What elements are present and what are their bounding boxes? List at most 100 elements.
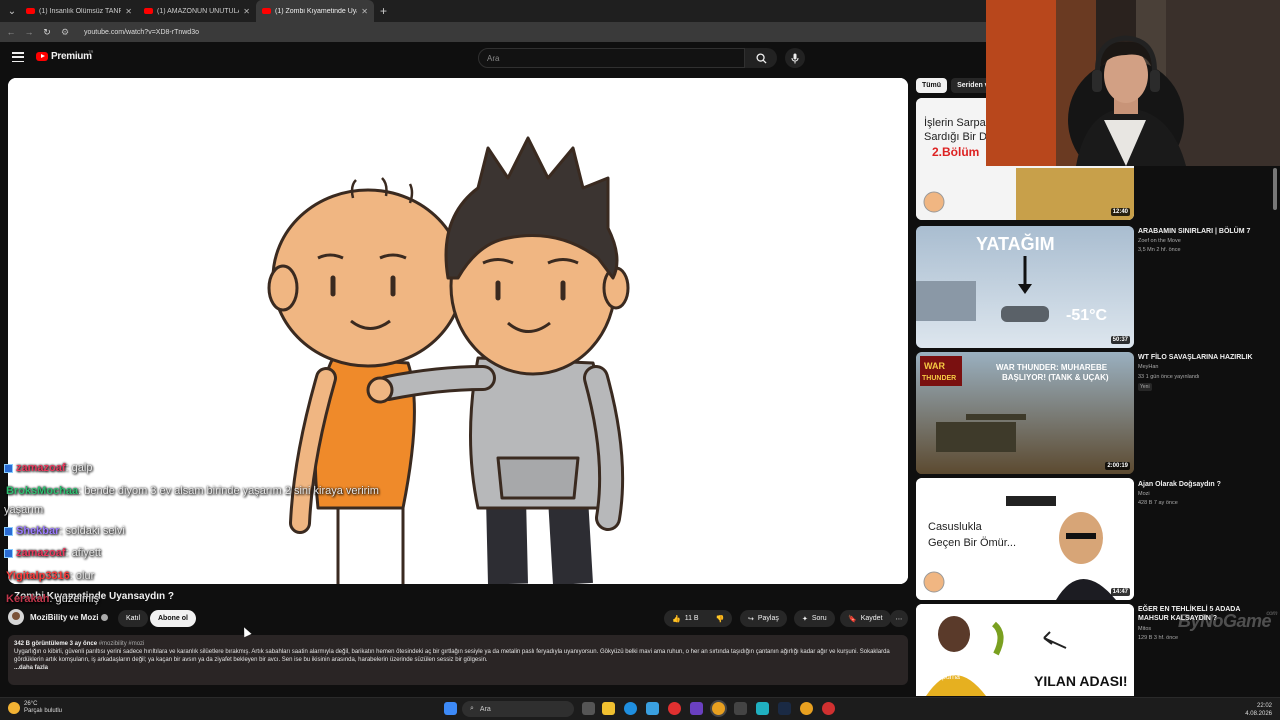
search-icon — [755, 52, 767, 64]
clock-time: 22:02 — [1256, 703, 1272, 709]
video-title[interactable]: WT FİLO SAVAŞLARINA HAZIRLIK — [1138, 353, 1268, 362]
chat-message: Yigitalp3316: olur — [6, 570, 94, 582]
video-meta: 428 B 7 ay önce — [1138, 500, 1178, 506]
ask-button[interactable]: ✦ Soru — [794, 610, 835, 627]
new-tab-plus-icon[interactable]: + — [380, 4, 387, 18]
thumbnail-art: Casuslukla Geçen Bir Ömür... — [916, 478, 1134, 600]
video-channel[interactable]: MeyHan — [1138, 363, 1268, 371]
video-thumbnail[interactable]: purna YILAN ADASI! — [916, 604, 1134, 696]
store-icon[interactable] — [646, 702, 659, 715]
app-icon[interactable] — [822, 702, 835, 715]
chat-user: Shekbar — [16, 525, 60, 537]
video-channel[interactable]: Mozi — [1138, 490, 1268, 498]
join-button[interactable]: Katıl — [118, 610, 149, 627]
channel-name[interactable]: MoziBility ve Mozi — [30, 613, 109, 622]
tab-close-icon[interactable]: ✕ — [243, 7, 250, 16]
tab-close-icon[interactable]: ✕ — [361, 7, 368, 16]
app-icon[interactable] — [690, 702, 703, 715]
url-field[interactable]: youtube.com/watch?v=XD8-rTnwd3o — [84, 29, 199, 36]
view-stats: 342 B görüntüleme 3 ay önce — [14, 641, 98, 647]
chat-message: Shekbar: soldaki selvi — [4, 525, 125, 537]
browser-tab-active[interactable]: (1) Zombi Kıyametinde Uyansa ✕ — [256, 0, 374, 22]
forward-arrow-icon[interactable]: → — [24, 27, 34, 37]
search-input[interactable]: Ara — [478, 48, 745, 68]
chat-user: Kerakah — [6, 593, 50, 605]
chat-message: BroksMochaa: bende diyom 3 ev alsam biri… — [6, 485, 379, 497]
video-title[interactable]: ARABAMIN SINIRLARI | BÖLÜM 7 — [1138, 227, 1268, 236]
like-button[interactable]: 👍 11 B — [664, 610, 708, 627]
sparkle-icon: ✦ — [802, 615, 808, 623]
weather-desc: Parçalı bulutlu — [24, 708, 63, 714]
webcam-overlay — [986, 0, 1280, 166]
video-meta: 129 B 3 hf. önce — [1138, 635, 1179, 641]
edge-browser-icon[interactable] — [624, 702, 637, 715]
verified-check-icon — [101, 614, 109, 621]
file-explorer-icon[interactable] — [602, 702, 615, 715]
svg-text:WAR THUNDER: MUHAREBE: WAR THUNDER: MUHAREBE — [996, 363, 1108, 372]
logo-region: TR — [88, 49, 94, 54]
weather-widget[interactable]: 26°C Parçalı bulutlu — [8, 701, 62, 715]
hamburger-menu-icon[interactable] — [12, 52, 24, 62]
video-title[interactable]: Ajan Olarak Doğsaydın ? — [1138, 480, 1268, 489]
chip-all[interactable]: Tümü — [916, 78, 948, 93]
subscribe-button[interactable]: Abone ol — [150, 610, 196, 627]
video-thumbnail[interactable]: WAR THUNDER WAR THUNDER: MUHAREBE BAŞLIY… — [916, 352, 1134, 474]
video-player[interactable] — [8, 78, 908, 584]
video-duration: 50:37 — [1110, 336, 1130, 344]
back-arrow-icon[interactable]: ← — [6, 27, 16, 37]
reload-icon[interactable]: ↻ — [42, 27, 52, 38]
share-button[interactable]: ↪ Paylaş — [740, 610, 787, 627]
more-dots-icon: ⋯ — [895, 615, 903, 623]
steam-icon[interactable] — [778, 702, 791, 715]
system-clock[interactable]: 22:02 4.08.2026 — [1240, 702, 1272, 718]
thumbnail-art: WAR THUNDER WAR THUNDER: MUHAREBE BAŞLIY… — [916, 352, 1134, 474]
hashtags[interactable]: #mozibility #mozi — [99, 641, 145, 647]
browser-tab[interactable]: (1) AMAZONUN UNUTULAN KA ✕ — [138, 0, 256, 22]
svg-text:2.Bölüm: 2.Bölüm — [932, 145, 979, 159]
youtube-premium-logo[interactable]: Premium TR — [36, 49, 94, 62]
bookmark-icon: 🔖 — [848, 615, 857, 623]
app-icon[interactable] — [756, 702, 769, 715]
weather-sun-icon — [8, 702, 20, 714]
video-thumbnail[interactable]: Casuslukla Geçen Bir Ömür... 14:47 — [916, 478, 1134, 600]
video-duration: 12:40 — [1110, 208, 1130, 216]
show-more-link[interactable]: ...daha fazla — [14, 664, 902, 672]
channel-avatar[interactable] — [8, 609, 24, 625]
description-box[interactable]: 342 B görüntüleme 3 ay önce #mozibility … — [8, 635, 908, 685]
svg-text:-51°C: -51°C — [1066, 307, 1108, 324]
windows-start-icon[interactable] — [444, 702, 457, 715]
search-button[interactable] — [745, 48, 777, 68]
svg-text:YATAĞIM: YATAĞIM — [976, 233, 1055, 254]
media-player-icon[interactable] — [668, 702, 681, 715]
thumbnail-art: purna YILAN ADASI! — [916, 604, 1134, 696]
weather-temp: 26°C — [24, 701, 38, 707]
video-duration: 2:00:19 — [1105, 462, 1130, 470]
voice-search-button[interactable] — [785, 48, 805, 68]
app-icon[interactable] — [734, 702, 747, 715]
chat-text: yaşarım — [4, 504, 44, 516]
dislike-button[interactable]: 👎 — [708, 610, 732, 627]
task-view-icon[interactable] — [582, 702, 595, 715]
site-info-icon[interactable]: ⚙ — [60, 27, 70, 38]
chat-message: zamazoaf: galp — [4, 462, 92, 474]
more-actions-button[interactable]: ⋯ — [890, 610, 908, 627]
browser-tab[interactable]: (1) İnsanlık Ölümsüz TANRI Kra ✕ — [20, 0, 138, 22]
video-thumbnail[interactable]: YATAĞIM -51°C 50:37 — [916, 226, 1134, 348]
tab-title: (1) AMAZONUN UNUTULAN KA — [157, 7, 239, 15]
taskbar-search[interactable]: ⌕ Ara — [462, 701, 574, 717]
video-channel[interactable]: Zoef on the Move — [1138, 237, 1268, 245]
sidebar-scrollbar[interactable] — [1273, 168, 1277, 210]
save-button[interactable]: 🔖 Kaydet — [840, 610, 891, 627]
thumbs-up-icon: 👍 — [672, 615, 681, 623]
tab-close-icon[interactable]: ✕ — [125, 7, 132, 16]
share-label: Paylaş — [757, 615, 779, 622]
screen: ⌄ (1) İnsanlık Ölümsüz TANRI Kra ✕ (1) A… — [0, 0, 1280, 720]
watermark-logo: ByNoGame com — [1178, 611, 1278, 632]
svg-text:WAR: WAR — [924, 361, 945, 371]
chrome-icon[interactable] — [800, 702, 813, 715]
tab-list-chevron-icon[interactable]: ⌄ — [4, 3, 20, 19]
chat-text: : bende diyom 3 ev alsam birinde yaşarım… — [78, 485, 379, 497]
chrome-icon[interactable] — [712, 702, 725, 715]
chat-text: : afiyett — [65, 547, 101, 559]
share-arrow-icon: ↪ — [748, 615, 754, 623]
